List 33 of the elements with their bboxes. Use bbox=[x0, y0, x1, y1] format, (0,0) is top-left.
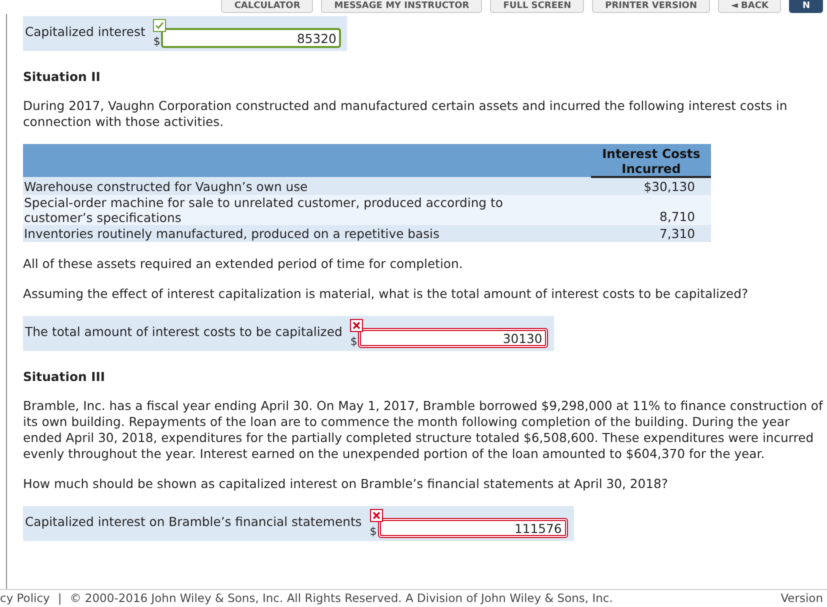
currency-sign: $ bbox=[153, 36, 160, 48]
paragraph: During 2017, Vaughn Corporation constructed and manufactured certain assets and incurred the following interest costs in connection with those activities. bbox=[23, 98, 788, 130]
footer-link[interactable]: cy Policy bbox=[0, 591, 50, 607]
answer-field[interactable]: 30130 bbox=[358, 328, 548, 348]
toolbar-button[interactable]: CALCULATOR bbox=[221, 0, 314, 13]
footer-separator: | bbox=[58, 591, 62, 607]
answer-label: The total amount of interest costs to be capitalized bbox=[25, 323, 342, 339]
paragraph: Bramble, Inc. has a fiscal year ending April 30. On May 1, 2017, Bramble borrowed $9,298,000 at 11% to finance construction of its own building. Repayments of the loan are to commence the month following completion of the building. During the year ended April 30, 2018, expenditures for the partially completed structure totaled $6,508,600. These expenditures were incurred evenly throughout the year. Interest earned on the unexpended portion of the loan amounted to $604,370 for the year. bbox=[23, 398, 824, 462]
table-cell: Special-order machine for sale to unrelated customer, produced according to customer’s specifications bbox=[23, 195, 592, 225]
table-cell: Inventories routinely manufactured, produced on a repetitive basis bbox=[23, 225, 592, 242]
toolbar-button[interactable]: FULL SCREEN bbox=[490, 0, 584, 13]
currency-sign: $ bbox=[370, 526, 377, 538]
section-heading: Situation III bbox=[23, 369, 105, 384]
toolbar-button[interactable]: ◄ BACK bbox=[718, 0, 782, 13]
answer-label: Capitalized interest on Bramble’s financial statements bbox=[25, 513, 362, 529]
paragraph: How much should be shown as capitalized interest on Bramble’s financial statements at April 30, 2018? bbox=[23, 476, 669, 492]
table-cell: 8,710 bbox=[591, 195, 711, 225]
toolbar-button[interactable]: MESSAGE MY INSTRUCTOR bbox=[321, 0, 482, 13]
paragraph: Assuming the effect of interest capitalization is material, what is the total amount of interest costs to be capitalized? bbox=[23, 286, 750, 302]
answer-label: Capitalized interest bbox=[25, 23, 146, 39]
answer-field[interactable]: 85320 bbox=[161, 28, 342, 48]
toolbar-button[interactable]: N bbox=[789, 0, 823, 13]
table-cell: 7,310 bbox=[591, 225, 711, 242]
toolbar-button[interactable]: PRINTER VERSION bbox=[592, 0, 710, 13]
paragraph: All of these assets required an extended period of time for completion. bbox=[23, 256, 464, 272]
version-text: Version bbox=[780, 591, 824, 607]
column-header: Interest Costs Incurred bbox=[591, 144, 711, 177]
copyright-text: © 2000-2016 John Wiley & Sons, Inc. All Rights Reserved. A Division of John Wiley & Sons, Inc. bbox=[70, 591, 613, 607]
answer-field[interactable]: 111576 bbox=[378, 518, 568, 538]
section-heading: Situation II bbox=[23, 69, 100, 84]
currency-sign: $ bbox=[350, 336, 358, 348]
table-cell: Warehouse constructed for Vaughn’s own use bbox=[23, 177, 592, 195]
table-cell: $30,130 bbox=[591, 177, 711, 195]
